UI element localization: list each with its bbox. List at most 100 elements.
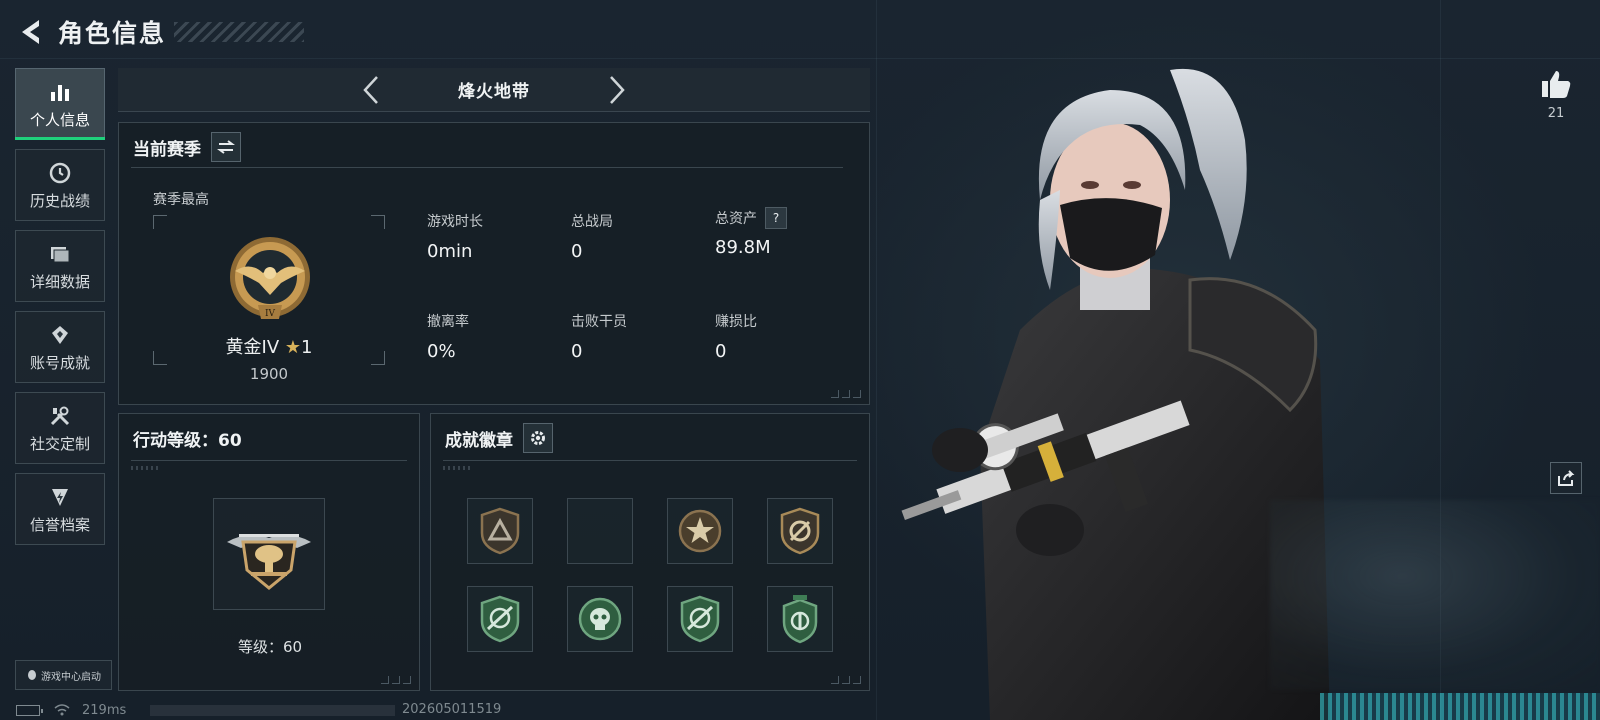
mode-next-button[interactable] [602,73,632,107]
rank-score: 1900 [249,365,289,383]
ops-level-header: 行动等级：60 [133,422,242,454]
swap-icon [217,140,235,154]
stat-total-assets: 总资产 ? 89.8M [715,207,787,258]
nav-label: 信誉档案 [29,515,90,534]
badge-slot[interactable] [467,498,533,564]
reputation-icon [47,484,73,510]
nav-item-history[interactable]: 历史战绩 [15,149,105,221]
blurred-overlay [1270,500,1600,690]
rank-name: 黄金IV ★1 [153,333,385,359]
panel-corner-decoration [831,390,861,398]
helicopter-badge-icon [227,534,311,590]
gold-rank-badge-icon: IV [230,237,310,319]
badge-slot[interactable] [567,586,633,652]
stat-label: 总资产 ? [715,207,787,229]
stat-label: 赚损比 [715,314,757,330]
help-question-icon[interactable]: ? [765,207,787,229]
badge-slot[interactable] [667,586,733,652]
page-title: 角色信息 [58,19,167,48]
nav-label: 账号成就 [29,353,90,372]
mode-selector: 烽火地带 [118,68,870,112]
badge-grid [467,498,833,652]
badge-slot[interactable] [467,586,533,652]
ops-level-title: 行动等级：60 [133,430,242,451]
penguin-icon [26,669,38,681]
hatch-decoration [131,466,161,470]
season-title: 当前赛季 [133,139,201,160]
thumbs-up-icon [1542,71,1571,98]
achievement-icon [47,322,73,348]
status-bar: 219ms [16,702,126,718]
stat-value: 89.8M [715,237,771,258]
level-text: 等级：60 [237,638,303,656]
switch-season-button[interactable] [211,132,241,162]
rank-frame: IV 黄金IV ★1 1900 [153,215,385,383]
stat-operators-defeated: 击败干员 0 [571,311,627,362]
stat-value: 0min [427,241,473,262]
share-icon [1558,470,1575,486]
wifi-icon [54,704,70,716]
build-id: 202605011519 [402,702,502,717]
battery-icon [16,704,43,716]
stat-value: 0 [715,341,727,362]
stat-play-time: 游戏时长 0min [427,211,483,262]
nav-item-achievements[interactable]: 账号成就 [15,311,105,383]
divider [131,167,843,168]
green-rifle-shield-badge-icon [480,595,520,643]
stat-total-matches: 总战局 0 [571,211,613,262]
folders-icon [47,241,73,267]
badge-settings-button[interactable] [523,423,553,453]
tools-icon [47,403,73,429]
nav-label: 历史战绩 [29,191,90,210]
nav-item-personal-info[interactable]: 个人信息 [15,68,105,140]
stat-value: 0 [571,341,583,362]
panel-corner-decoration [381,676,411,684]
divider [443,460,857,461]
nav-item-social-custom[interactable]: 社交定制 [15,392,105,464]
nav-label: 社交定制 [29,434,90,453]
triangle-shield-badge-icon [480,507,520,555]
nav-item-detailed-data[interactable]: 详细数据 [15,230,105,302]
redacted-bar [150,705,395,716]
like-button[interactable] [1536,64,1576,104]
character-model [901,68,1330,720]
bar-chart-icon [47,79,73,105]
star-circle-badge-icon [678,509,722,553]
stat-label: 撤离率 [427,314,469,330]
game-center-button[interactable]: 游戏中心启动 [15,660,112,690]
mode-prev-button[interactable] [356,73,386,107]
nav-item-reputation[interactable]: 信誉档案 [15,473,105,545]
stat-profit-loss-ratio: 赚损比 0 [715,311,757,362]
mode-title: 烽火地带 [458,82,530,102]
green-emblem-badge-icon [782,595,818,644]
badge-slot[interactable] [767,498,833,564]
title-decoration [174,22,305,42]
rank-tier: 黄金IV [225,337,280,358]
season-panel: 当前赛季 赛季最高 IV 黄金IV ★1 1900 游戏时长 0min 总战局 … [118,122,870,405]
star-icon: ★ [284,337,302,358]
game-center-label: 游戏中心启动 [41,671,101,683]
bg-grid-line [0,58,1600,59]
season-panel-header: 当前赛季 [133,131,241,163]
empty-badge-slot[interactable] [567,498,633,564]
blurred-strip [1320,693,1600,720]
history-clock-icon [47,160,73,186]
achievement-badges-panel: 成就徽章 [430,413,870,691]
chevron-right-icon [610,75,625,104]
share-button[interactable] [1550,462,1582,494]
hatch-decoration [443,466,473,470]
gear-icon [531,431,545,445]
bg-grid-line [876,0,877,720]
panel-corner-decoration [831,676,861,684]
back-arrow-icon [22,20,39,44]
ops-level-panel: 行动等级：60 等级：60 [118,413,420,691]
ping-value: 219ms [82,702,127,718]
stat-extraction-rate: 撤离率 0% [427,311,469,362]
stat-label: 击败干员 [571,314,627,330]
back-button[interactable] [14,15,48,49]
stat-label: 总战局 [571,214,613,230]
badge-slot[interactable] [667,498,733,564]
badge-slot[interactable] [767,586,833,652]
ops-badge-frame[interactable] [213,498,325,610]
badges-title: 成就徽章 [445,430,513,451]
